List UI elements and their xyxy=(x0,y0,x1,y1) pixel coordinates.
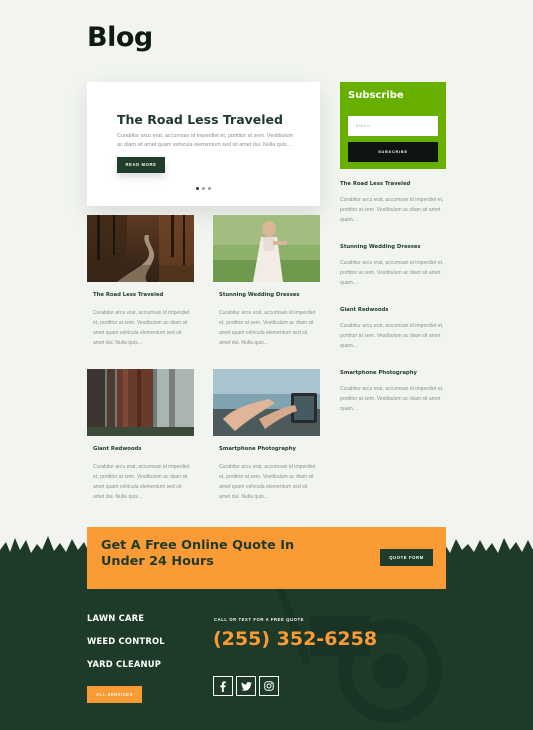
subscribe-title: Subscribe xyxy=(348,90,404,101)
post-title[interactable]: Stunning Wedding Dresses xyxy=(219,292,320,298)
subscribe-button[interactable]: SUBSCRIBE xyxy=(348,142,438,162)
social-links xyxy=(213,676,279,696)
email-field[interactable]: EMAIL xyxy=(348,116,438,136)
sidebar-post: The Road Less Traveled Curabitur arcu er… xyxy=(340,181,446,244)
slider-pagination xyxy=(196,187,211,190)
sidebar-post-title[interactable]: Smartphone Photography xyxy=(340,370,446,376)
slider-dot-1[interactable] xyxy=(196,187,199,190)
post-card: Giant Redwoods Curabitur arcu erat, accu… xyxy=(87,369,194,502)
footer-service-link[interactable]: WEED CONTROL xyxy=(87,636,165,659)
post-excerpt: Curabitur arcu erat, accumsan id imperdi… xyxy=(219,464,316,500)
post-title[interactable]: The Road Less Traveled xyxy=(93,292,194,298)
sidebar-post: Giant Redwoods Curabitur arcu erat, accu… xyxy=(340,307,446,370)
subscribe-box: Subscribe EMAIL SUBSCRIBE xyxy=(340,82,446,169)
post-card: Stunning Wedding Dresses Curabitur arcu … xyxy=(213,215,320,348)
featured-post-slider: The Road Less Traveled Curabitur arcu er… xyxy=(87,82,320,206)
read-more-button[interactable]: READ MORE xyxy=(117,157,165,173)
sidebar-post-excerpt: Curabitur arcu erat, accumsan id imperdi… xyxy=(340,197,444,223)
sidebar-post-title[interactable]: Giant Redwoods xyxy=(340,307,446,313)
facebook-icon[interactable] xyxy=(213,676,233,696)
post-image-redwoods[interactable] xyxy=(87,369,194,436)
post-excerpt: Curabitur arcu erat, accumsan id imperdi… xyxy=(219,310,316,346)
sidebar-post-excerpt: Curabitur arcu erat, accumsan id imperdi… xyxy=(340,260,444,286)
post-image-road[interactable] xyxy=(87,215,194,282)
sidebar-post: Stunning Wedding Dresses Curabitur arcu … xyxy=(340,244,446,307)
all-services-button[interactable]: ALL SERVICES xyxy=(87,686,142,703)
slider-dot-2[interactable] xyxy=(202,187,205,190)
cta-heading: Get A Free Online Quote In Under 24 Hour… xyxy=(101,538,295,569)
sidebar-post: Smartphone Photography Curabitur arcu er… xyxy=(340,370,446,433)
post-card: Smartphone Photography Curabitur arcu er… xyxy=(213,369,320,502)
featured-post-title[interactable]: The Road Less Traveled xyxy=(117,112,283,127)
call-label: CALL OR TEXT FOR A FREE QUOTE xyxy=(214,617,305,622)
featured-post-excerpt: Curabitur arcu erat, accumsan id imperdi… xyxy=(117,133,294,148)
quote-form-button[interactable]: QUOTE FORM xyxy=(380,549,433,566)
sidebar-post-title[interactable]: The Road Less Traveled xyxy=(340,181,446,187)
sidebar-recent-posts: The Road Less Traveled Curabitur arcu er… xyxy=(340,181,446,433)
footer-services-list: LAWN CARE WEED CONTROL YARD CLEANUP xyxy=(87,613,165,682)
post-image-smartphone[interactable] xyxy=(213,369,320,436)
lawnmower-illustration xyxy=(276,587,442,723)
sidebar-post-excerpt: Curabitur arcu erat, accumsan id imperdi… xyxy=(340,386,444,412)
post-title[interactable]: Smartphone Photography xyxy=(219,446,320,452)
page-title: Blog xyxy=(87,22,153,53)
post-card: The Road Less Traveled Curabitur arcu er… xyxy=(87,215,194,348)
footer-service-link[interactable]: YARD CLEANUP xyxy=(87,659,165,682)
post-excerpt: Curabitur arcu erat, accumsan id imperdi… xyxy=(93,464,190,500)
footer-service-link[interactable]: LAWN CARE xyxy=(87,613,165,636)
post-image-wedding[interactable] xyxy=(213,215,320,282)
slider-dot-3[interactable] xyxy=(208,187,211,190)
sidebar-post-title[interactable]: Stunning Wedding Dresses xyxy=(340,244,446,250)
quote-cta-banner: Get A Free Online Quote In Under 24 Hour… xyxy=(87,527,446,589)
post-excerpt: Curabitur arcu erat, accumsan id imperdi… xyxy=(93,310,190,346)
twitter-icon[interactable] xyxy=(236,676,256,696)
instagram-icon[interactable] xyxy=(259,676,279,696)
sidebar-post-excerpt: Curabitur arcu erat, accumsan id imperdi… xyxy=(340,323,444,349)
post-title[interactable]: Giant Redwoods xyxy=(93,446,194,452)
phone-number[interactable]: (255) 352-6258 xyxy=(213,628,377,650)
